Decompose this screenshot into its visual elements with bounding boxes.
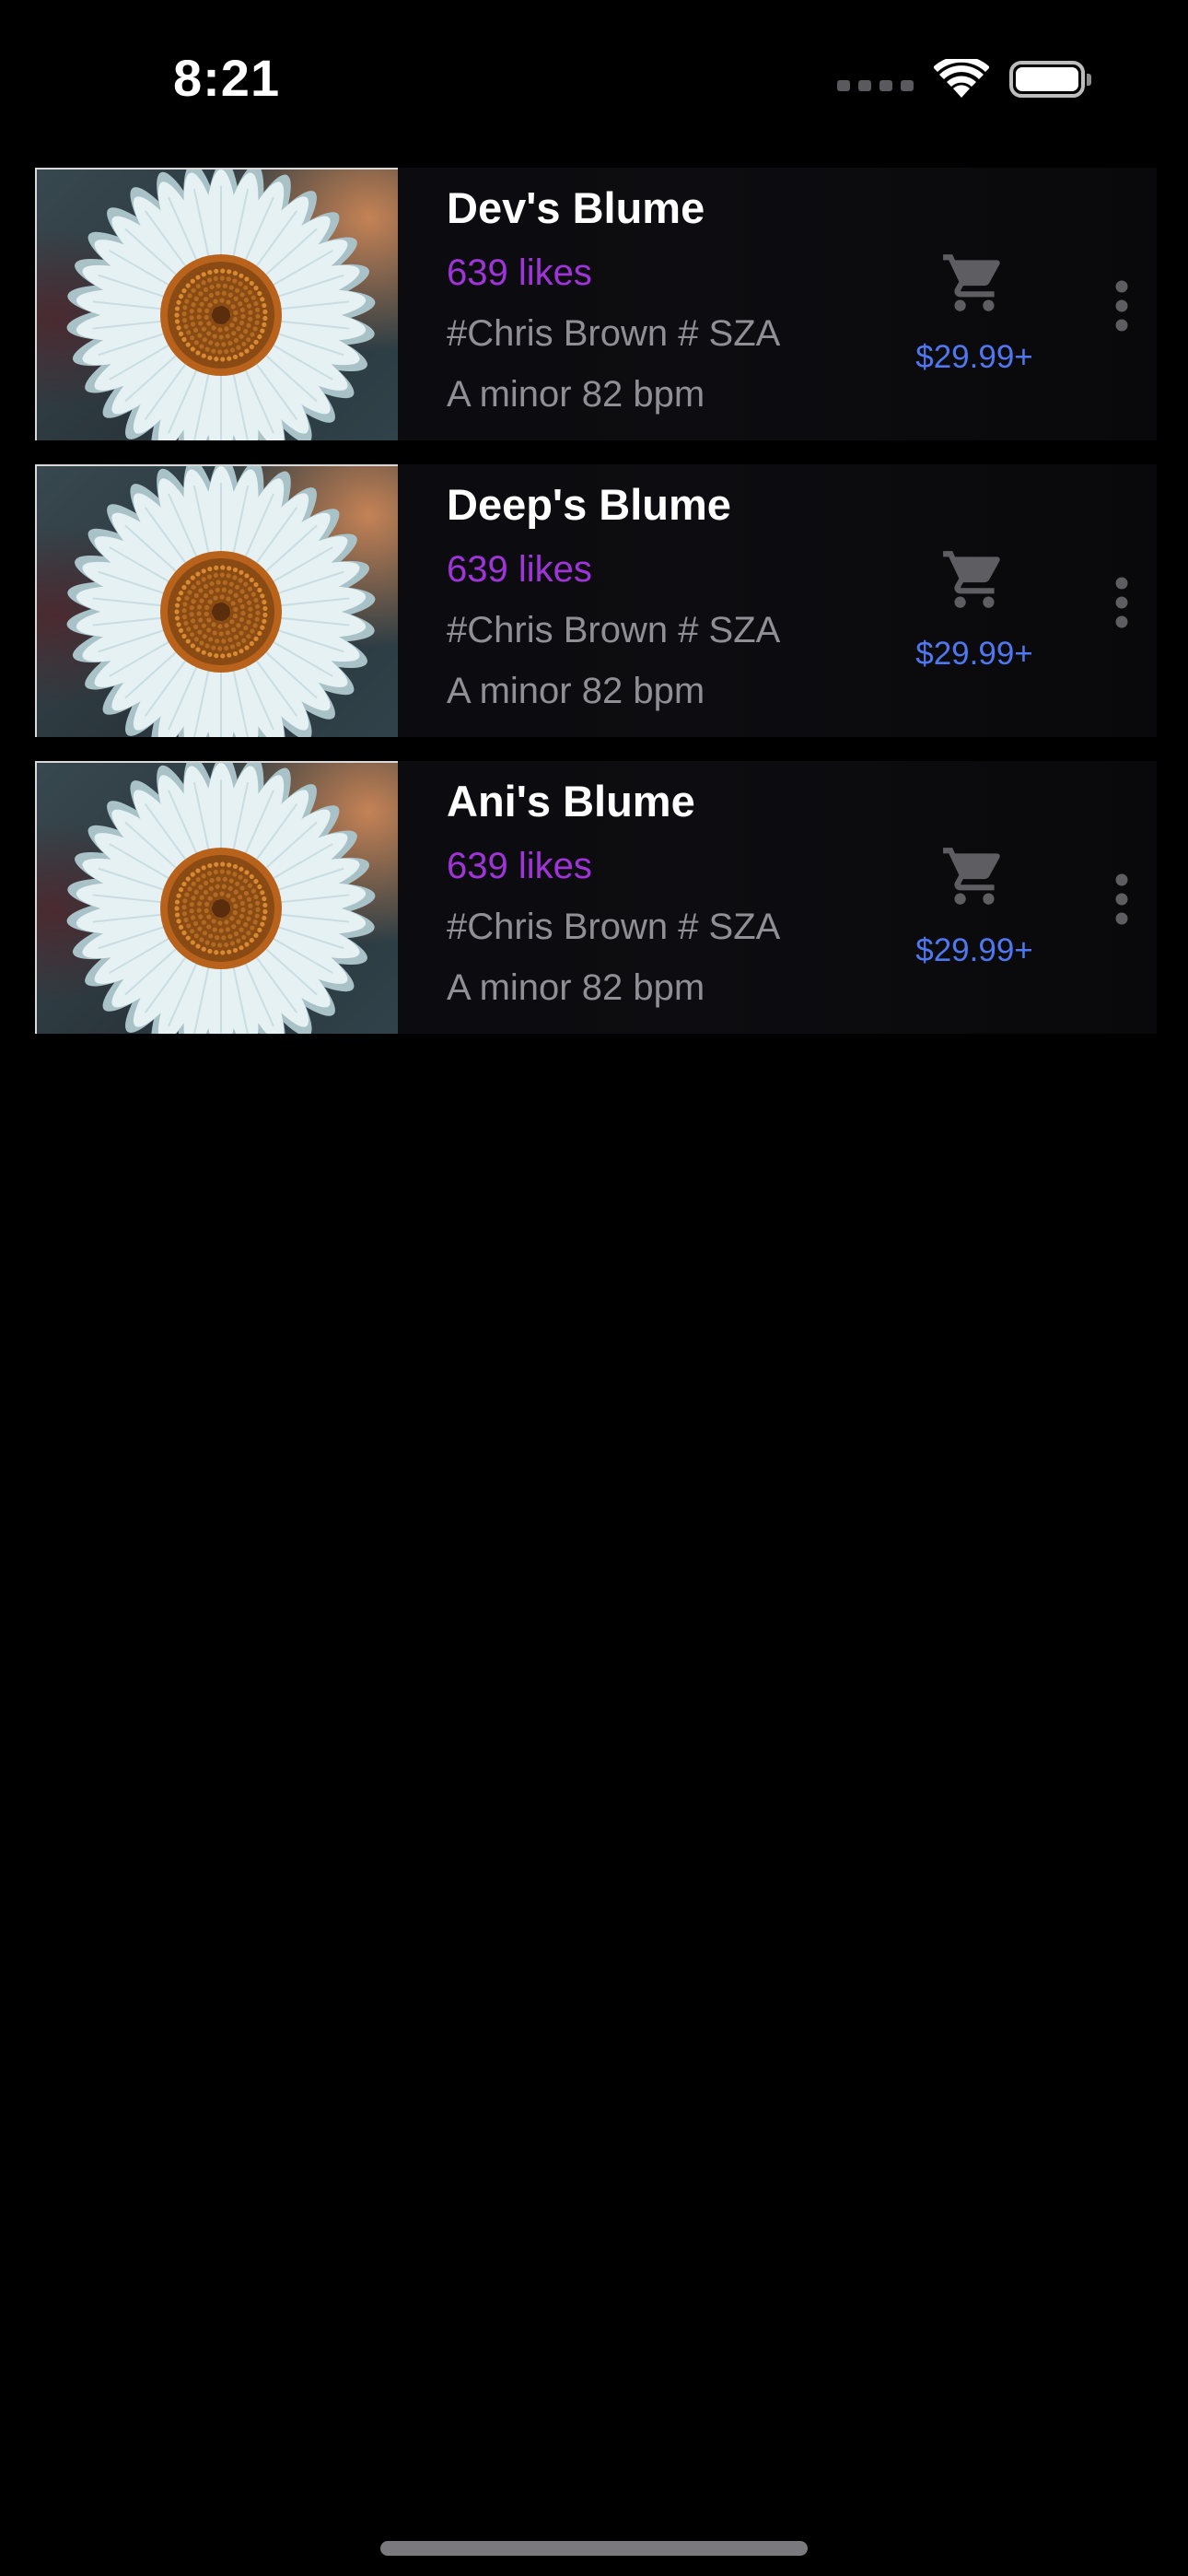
track-artwork xyxy=(35,761,398,1034)
more-options-button[interactable] xyxy=(1092,558,1151,647)
track-row[interactable]: Deep's Blume 639 likes #Chris Brown # SZ… xyxy=(35,464,1157,737)
daisy-flower-image xyxy=(66,763,376,1034)
track-info: Deep's Blume 639 likes #Chris Brown # SZ… xyxy=(447,477,780,715)
status-time: 8:21 xyxy=(173,49,281,107)
track-likes: 639 likes xyxy=(447,549,592,590)
wifi-icon xyxy=(934,59,989,98)
track-likes: 639 likes xyxy=(447,252,592,293)
track-list: Dev's Blume 639 likes #Chris Brown # SZA… xyxy=(35,168,1157,1058)
status-bar: 8:21 xyxy=(0,0,1188,157)
track-row[interactable]: Ani's Blume 639 likes #Chris Brown # SZA… xyxy=(35,761,1157,1034)
track-title[interactable]: Ani's Blume xyxy=(447,774,780,829)
track-row[interactable]: Dev's Blume 639 likes #Chris Brown # SZA… xyxy=(35,168,1157,440)
track-title[interactable]: Dev's Blume xyxy=(447,181,780,236)
more-vertical-icon xyxy=(1115,873,1128,925)
add-to-cart-button[interactable]: $29.99+ xyxy=(882,545,1066,673)
cellular-signal-icon xyxy=(837,80,914,91)
track-meta: A minor 82 bpm xyxy=(447,374,705,415)
more-options-button[interactable] xyxy=(1092,855,1151,943)
more-options-button[interactable] xyxy=(1092,262,1151,350)
track-artwork xyxy=(35,168,398,440)
cart-icon xyxy=(943,848,1000,905)
more-vertical-icon xyxy=(1115,280,1128,332)
cart-icon xyxy=(943,551,1000,608)
track-tags: #Chris Brown # SZA xyxy=(447,907,781,947)
track-price: $29.99+ xyxy=(915,339,1033,375)
track-price: $29.99+ xyxy=(915,932,1033,968)
track-title[interactable]: Deep's Blume xyxy=(447,477,780,533)
track-artwork xyxy=(35,464,398,737)
daisy-flower-image xyxy=(66,466,376,737)
track-likes: 639 likes xyxy=(447,846,592,886)
status-icons xyxy=(837,57,1091,101)
daisy-flower-image xyxy=(66,170,376,440)
track-info: Ani's Blume 639 likes #Chris Brown # SZA… xyxy=(447,774,780,1012)
add-to-cart-button[interactable]: $29.99+ xyxy=(882,842,1066,969)
track-price: $29.99+ xyxy=(915,636,1033,672)
track-meta: A minor 82 bpm xyxy=(447,671,705,711)
battery-icon xyxy=(1009,61,1091,98)
track-tags: #Chris Brown # SZA xyxy=(447,610,781,650)
track-info: Dev's Blume 639 likes #Chris Brown # SZA… xyxy=(447,181,780,418)
add-to-cart-button[interactable]: $29.99+ xyxy=(882,249,1066,376)
more-vertical-icon xyxy=(1115,577,1128,628)
track-meta: A minor 82 bpm xyxy=(447,967,705,1008)
cart-icon xyxy=(943,254,1000,311)
track-tags: #Chris Brown # SZA xyxy=(447,313,781,354)
home-indicator[interactable] xyxy=(380,2541,808,2556)
